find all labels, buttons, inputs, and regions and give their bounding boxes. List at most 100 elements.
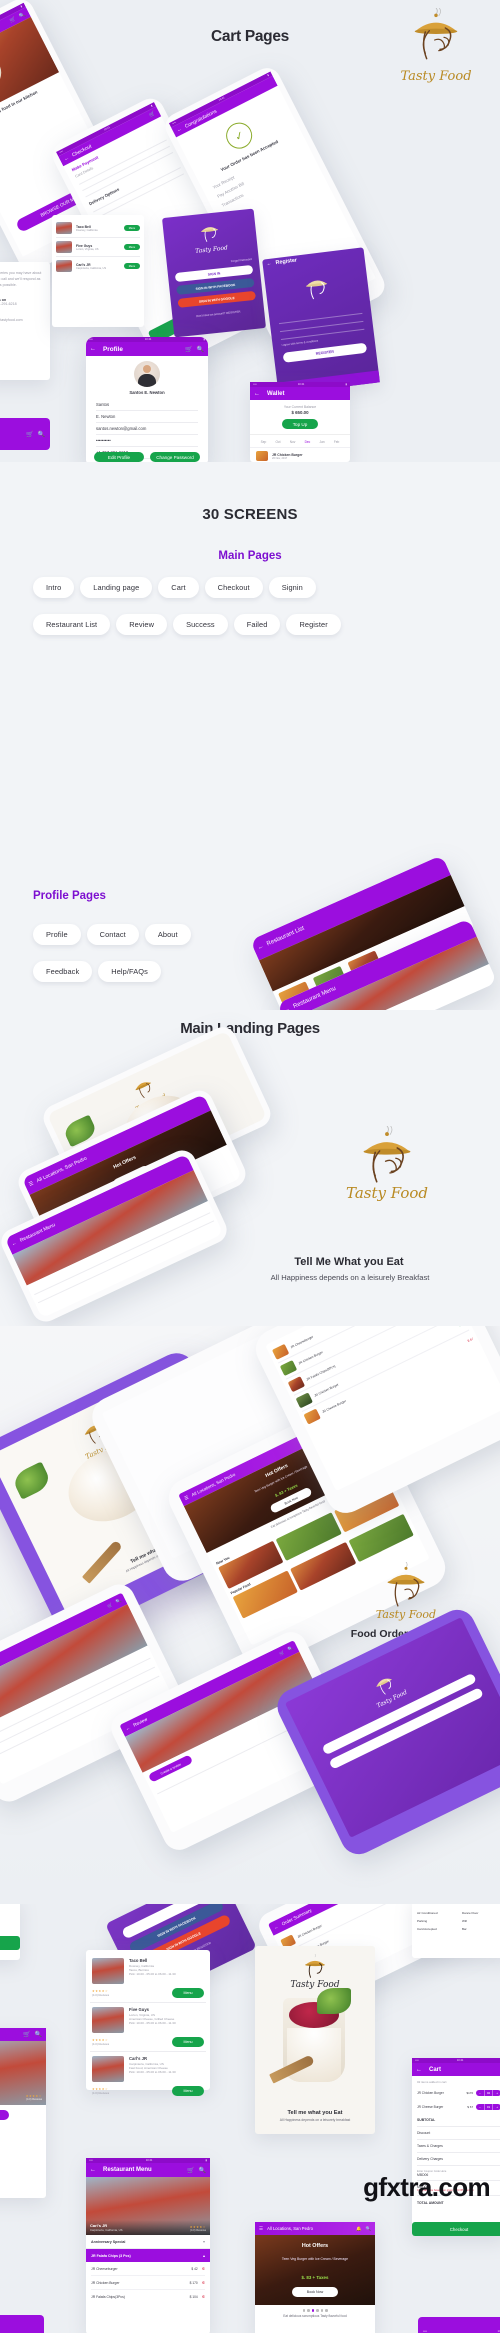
- menu-item-price: $ 104: [189, 2294, 198, 2299]
- pill-success[interactable]: Success: [173, 614, 228, 635]
- filter-option[interactable]: Dance Floor: [462, 1909, 500, 1917]
- section-hero-grid: PSD Tasty Food Tell me what you Ea: [0, 1326, 500, 1904]
- pill-review[interactable]: Review: [116, 614, 168, 635]
- pill-failed[interactable]: Failed: [233, 614, 281, 635]
- filter-option[interactable]: Wifi: [462, 1917, 500, 1925]
- last-name-field[interactable]: E. Newton: [96, 411, 198, 423]
- password-field[interactable]: ••••••••••: [96, 435, 198, 447]
- list-item[interactable]: Carl's JR Carpinteria, California, US Me…: [56, 257, 140, 275]
- create-review-button[interactable]: Create a review: [0, 2110, 9, 2120]
- increment-button[interactable]: +: [493, 2104, 500, 2110]
- table-row[interactable]: Five Guys Lorton, Virginia, US American …: [90, 2003, 206, 2037]
- cart-icon[interactable]: 🛒: [26, 431, 33, 438]
- search-icon[interactable]: 🔍: [366, 2226, 371, 2232]
- menu-button[interactable]: Menu: [172, 2037, 204, 2047]
- cart-icon[interactable]: 🛒: [185, 346, 192, 353]
- pill-restaurant-list[interactable]: Restaurant List: [33, 614, 111, 635]
- restaurant-name: Taco Bell: [129, 1958, 148, 1963]
- forgot-password-link[interactable]: Forgot Password: [231, 257, 252, 263]
- table-row[interactable]: Taco Bell Downey, California Tacos, Burr…: [90, 1954, 206, 1988]
- menu-button[interactable]: Menu: [124, 225, 140, 231]
- menu-button[interactable]: Menu: [124, 263, 140, 269]
- filter-option[interactable]: Card Accepted: [417, 1925, 462, 1933]
- cart-icon[interactable]: 🛒: [23, 2031, 30, 2038]
- carousel-dots[interactable]: [255, 2305, 375, 2314]
- contact-email[interactable]: hello@tastyfood.com: [0, 318, 45, 322]
- pill-checkout[interactable]: Checkout: [204, 577, 263, 598]
- menu-group-header[interactable]: Anniversary Special ▾: [86, 2235, 210, 2249]
- list-item[interactable]: Taco Bell Downey, California Menu: [56, 219, 140, 237]
- chef-cloche-icon: [414, 7, 458, 60]
- contact-phone[interactable]: +1-757-291-6218: [0, 302, 45, 306]
- pill-profile[interactable]: Profile: [33, 924, 81, 945]
- pill-contact[interactable]: Contact: [86, 924, 139, 945]
- decrement-button[interactable]: −: [476, 2090, 484, 2096]
- table-row[interactable]: JR Cheese Burger $ 67 − 01 +: [412, 2100, 500, 2114]
- menu-group-header-active[interactable]: JR Falafa Chips (3 Pcs) ▴: [86, 2249, 210, 2262]
- first-name-field[interactable]: Santos: [96, 399, 198, 411]
- month-tab[interactable]: Nov: [290, 440, 296, 444]
- month-tab[interactable]: Jan: [319, 440, 324, 444]
- list-item[interactable]: Five Guys Lorton, Virginia, US Menu: [56, 238, 140, 256]
- month-tab[interactable]: Feb: [334, 440, 340, 444]
- cart-icon[interactable]: 🛒: [9, 16, 17, 24]
- table-row[interactable]: JR Cheeseburger $ 42 ✲: [91, 2262, 205, 2276]
- delivery-charges-label: Delivery Charges: [417, 2153, 500, 2166]
- cart-icon[interactable]: 🛒: [148, 110, 156, 118]
- edit-profile-button[interactable]: Edit Profile: [94, 452, 144, 462]
- pill-signin[interactable]: Signin: [268, 577, 316, 598]
- search-icon[interactable]: 🔍: [287, 1645, 295, 1653]
- search-icon[interactable]: 🔍: [38, 431, 45, 438]
- search-icon[interactable]: 🔍: [115, 1597, 123, 1605]
- search-icon[interactable]: 🔍: [18, 11, 26, 19]
- cart-icon[interactable]: 🛒: [187, 2167, 194, 2174]
- table-row[interactable]: JR Chicken Burger $ 170 ✲: [91, 2276, 205, 2290]
- pill-cart[interactable]: Cart: [158, 577, 199, 598]
- restaurant-location: Carpinteria, California, US: [90, 2228, 123, 2232]
- restaurant-reviews: (4.0) Reviews: [92, 1993, 110, 1997]
- search-icon[interactable]: 🔍: [199, 2167, 206, 2174]
- menu-button[interactable]: Menu: [124, 244, 140, 250]
- decrement-button[interactable]: −: [476, 2104, 484, 2110]
- checkout-button[interactable]: Checkout: [412, 2222, 500, 2236]
- month-tab-active[interactable]: Dec: [305, 440, 311, 444]
- pill-about[interactable]: About: [144, 924, 191, 945]
- chef-cloche-icon: [305, 1954, 325, 1978]
- email-field[interactable]: santos.newton@gmail.com: [96, 423, 198, 435]
- cart-icon[interactable]: 🛒: [106, 1602, 114, 1610]
- pill-feedback[interactable]: Feedback: [33, 961, 93, 982]
- section-flat-grid: SIGN IN WITH FACEBOOK SIGN IN WITH GOOGL…: [0, 1904, 500, 2333]
- month-tab[interactable]: Oct: [276, 440, 281, 444]
- pill-intro[interactable]: Intro: [33, 577, 75, 598]
- search-icon[interactable]: 🔍: [35, 2031, 42, 2038]
- bell-icon[interactable]: 🔔: [356, 2226, 361, 2232]
- filter-option[interactable]: Bar: [462, 1925, 500, 1933]
- register-button[interactable]: REGISTER: [282, 342, 368, 363]
- filter-option[interactable]: Parking: [417, 1917, 462, 1925]
- register-link[interactable]: Don't have an account? REGISTER: [196, 309, 241, 318]
- pill-register[interactable]: Register: [286, 614, 341, 635]
- table-row[interactable]: JR Chicken Burger $170 − 02 +: [412, 2086, 500, 2100]
- checkout-button[interactable]: Checkout: [0, 1936, 20, 1950]
- add-icon[interactable]: ✲: [202, 2266, 205, 2271]
- table-row[interactable]: JR Falafa Chips(3Pcs) $ 104 ✲: [91, 2290, 205, 2303]
- month-tab[interactable]: Sep: [261, 440, 267, 444]
- book-now-button[interactable]: Book Now: [292, 2287, 338, 2297]
- menu-button[interactable]: Menu: [172, 2086, 204, 2096]
- increment-button[interactable]: +: [493, 2090, 500, 2096]
- cart-icon[interactable]: 🛒: [278, 1649, 286, 1657]
- add-icon[interactable]: ✲: [202, 2294, 205, 2299]
- landing-caption: Eat delicious scrumptious Tasty flavorfu…: [283, 2313, 347, 2318]
- filter-option[interactable]: Air Conditioned: [417, 1909, 462, 1917]
- pill-landing-page[interactable]: Landing page: [80, 577, 153, 598]
- cart-item-name: JR Cheese Burger: [417, 2105, 444, 2109]
- change-password-button[interactable]: Change Password: [150, 452, 200, 462]
- add-icon[interactable]: ✲: [202, 2280, 205, 2285]
- menu-item-price: $ 42: [191, 2266, 198, 2271]
- search-icon[interactable]: 🔍: [197, 346, 204, 353]
- top-up-button[interactable]: Top Up: [282, 419, 318, 429]
- menu-button[interactable]: Menu: [172, 1988, 204, 1998]
- location-label[interactable]: All Locations, San Pedro: [267, 2226, 313, 2231]
- table-row[interactable]: Carl's JR Carpinteria, California, US Fa…: [90, 2052, 206, 2086]
- pill-help-faqs[interactable]: Help/FAQs: [98, 961, 161, 982]
